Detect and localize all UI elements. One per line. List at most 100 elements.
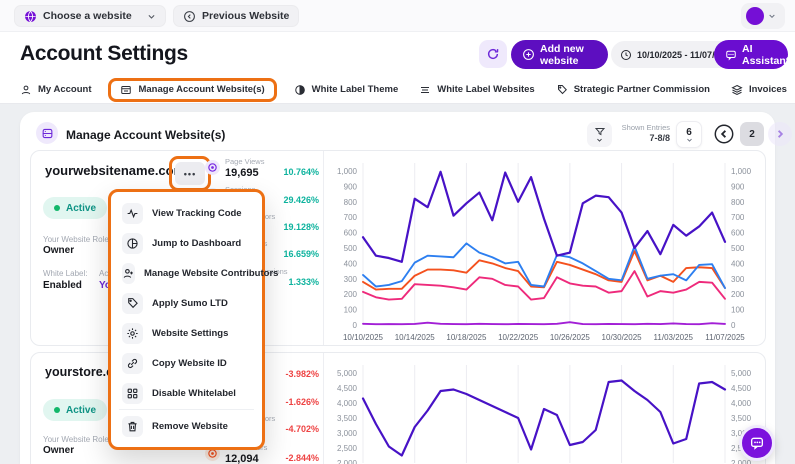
choose-website-dropdown[interactable]: Choose a website [14, 5, 166, 27]
pagination-current-page[interactable]: 2 [740, 122, 764, 146]
divider [323, 353, 324, 464]
page-size-value: 6 [686, 127, 692, 138]
page-size-select[interactable]: 6 [676, 121, 702, 148]
divider [323, 151, 324, 345]
shown-entries-value: 7-8/8 [618, 133, 670, 143]
page-title: Account Settings [20, 42, 188, 66]
stat-page-views: Page Views 19,695 10.764% [205, 157, 319, 183]
svg-text:800: 800 [344, 198, 358, 207]
tab-strategic-partner-commission[interactable]: Strategic Partner Commission [556, 84, 710, 96]
svg-text:900: 900 [731, 182, 745, 191]
svg-text:0: 0 [731, 321, 736, 330]
add-new-website-label: Add new website [540, 43, 597, 67]
svg-text:5,000: 5,000 [337, 369, 358, 378]
svg-text:4,500: 4,500 [731, 384, 752, 393]
menu-item-jump-to-dashboard[interactable]: Jump to Dashboard [116, 228, 257, 258]
top-nav-bar: Choose a website Previous Website [0, 0, 795, 32]
svg-text:3,500: 3,500 [337, 414, 358, 423]
layers-icon [731, 84, 743, 96]
status-badge: Active [43, 399, 107, 421]
svg-text:500: 500 [344, 244, 358, 253]
svg-text:1,000: 1,000 [731, 167, 752, 176]
refresh-button[interactable] [479, 40, 507, 68]
svg-text:700: 700 [344, 213, 358, 222]
gear-icon [122, 323, 143, 344]
tab-manage-account-websites[interactable]: Manage Account Website(s) [108, 78, 276, 102]
ai-assistant-button[interactable]: AI Assistant [714, 40, 788, 69]
svg-text:10/14/2025: 10/14/2025 [395, 333, 436, 342]
tag-icon [556, 84, 568, 96]
tab-my-account[interactable]: My Account [20, 84, 91, 96]
svg-text:400: 400 [344, 259, 358, 268]
pagination-prev-button[interactable] [712, 122, 736, 146]
status-badge: Active [43, 197, 107, 219]
user-icon [20, 84, 32, 96]
svg-text:4,500: 4,500 [337, 384, 358, 393]
svg-text:200: 200 [344, 290, 358, 299]
traffic-chart-1: 1,0001,000900900800800700700600600500500… [327, 155, 763, 343]
app-window: Choose a website Previous Website Accoun… [0, 0, 795, 464]
svg-text:10/30/2025: 10/30/2025 [602, 333, 643, 342]
chat-fab-button[interactable] [739, 425, 775, 461]
svg-text:3,000: 3,000 [337, 429, 358, 438]
chevron-down-icon [686, 138, 693, 143]
svg-text:300: 300 [344, 275, 358, 284]
status-dot-icon [54, 407, 60, 413]
svg-text:400: 400 [731, 259, 745, 268]
traffic-chart-2: 5,0005,0004,5004,5004,0004,0003,5003,500… [327, 357, 763, 464]
chevron-down-icon [596, 138, 603, 143]
status-label: Active [66, 203, 96, 214]
website-name: yourwebsitename.com [45, 163, 185, 178]
svg-text:600: 600 [344, 229, 358, 238]
menu-divider [119, 409, 254, 410]
pagination-next-button[interactable] [768, 122, 792, 146]
role-value: Owner [43, 445, 74, 456]
svg-text:11/07/2025: 11/07/2025 [705, 333, 745, 342]
svg-text:2,500: 2,500 [337, 444, 358, 453]
chat-icon [749, 435, 765, 451]
menu-item-disable-whitelabel[interactable]: Disable Whitelabel [116, 378, 257, 408]
previous-website-button[interactable]: Previous Website [173, 5, 299, 27]
website-actions-menu: View Tracking Code Jump to Dashboard Man… [108, 189, 265, 450]
shown-entries-label: Shown Entries [618, 123, 670, 132]
svg-text:900: 900 [344, 182, 358, 191]
svg-text:4,000: 4,000 [731, 399, 752, 408]
menu-item-copy-website-id[interactable]: Copy Website ID [116, 348, 257, 378]
svg-text:2,000: 2,000 [731, 459, 752, 464]
svg-text:300: 300 [731, 275, 745, 284]
pulse-icon [122, 203, 143, 224]
svg-text:2,000: 2,000 [337, 459, 358, 464]
menu-item-website-settings[interactable]: Website Settings [116, 318, 257, 348]
svg-text:600: 600 [731, 229, 745, 238]
tab-label: My Account [38, 84, 91, 95]
menu-item-view-tracking-code[interactable]: View Tracking Code [116, 198, 257, 228]
trash-icon [122, 416, 143, 437]
choose-website-label: Choose a website [43, 10, 132, 22]
tab-label: White Label Websites [437, 84, 534, 95]
svg-text:100: 100 [731, 306, 745, 315]
svg-text:100: 100 [344, 306, 358, 315]
tab-white-label-theme[interactable]: White Label Theme [294, 84, 399, 96]
user-menu[interactable] [741, 3, 785, 29]
grid-icon [122, 383, 143, 404]
svg-text:10/26/2025: 10/26/2025 [550, 333, 591, 342]
chat-icon [725, 49, 737, 61]
svg-text:11/03/2025: 11/03/2025 [654, 333, 694, 342]
tab-white-label-websites[interactable]: White Label Websites [419, 84, 534, 96]
person-plus-icon [122, 263, 135, 284]
menu-item-apply-sumo-ltd[interactable]: Apply Sumo LTD [116, 288, 257, 318]
plus-circle-icon [522, 48, 535, 61]
svg-text:200: 200 [731, 290, 745, 299]
tab-label: Strategic Partner Commission [574, 84, 710, 95]
tab-invoices[interactable]: Invoices [731, 84, 787, 96]
ai-assistant-label: AI Assistant [742, 43, 789, 67]
menu-item-manage-website-contributors[interactable]: Manage Website Contributors [116, 258, 257, 288]
chevron-down-icon [147, 12, 156, 21]
add-new-website-button[interactable]: Add new website [511, 40, 608, 69]
website-actions-button[interactable]: ••• [175, 162, 205, 185]
status-label: Active [66, 405, 96, 416]
menu-item-remove-website[interactable]: Remove Website [116, 411, 257, 441]
white-label-value: Enabled [43, 280, 82, 291]
svg-text:10/18/2025: 10/18/2025 [446, 333, 487, 342]
filter-button[interactable] [587, 122, 612, 147]
